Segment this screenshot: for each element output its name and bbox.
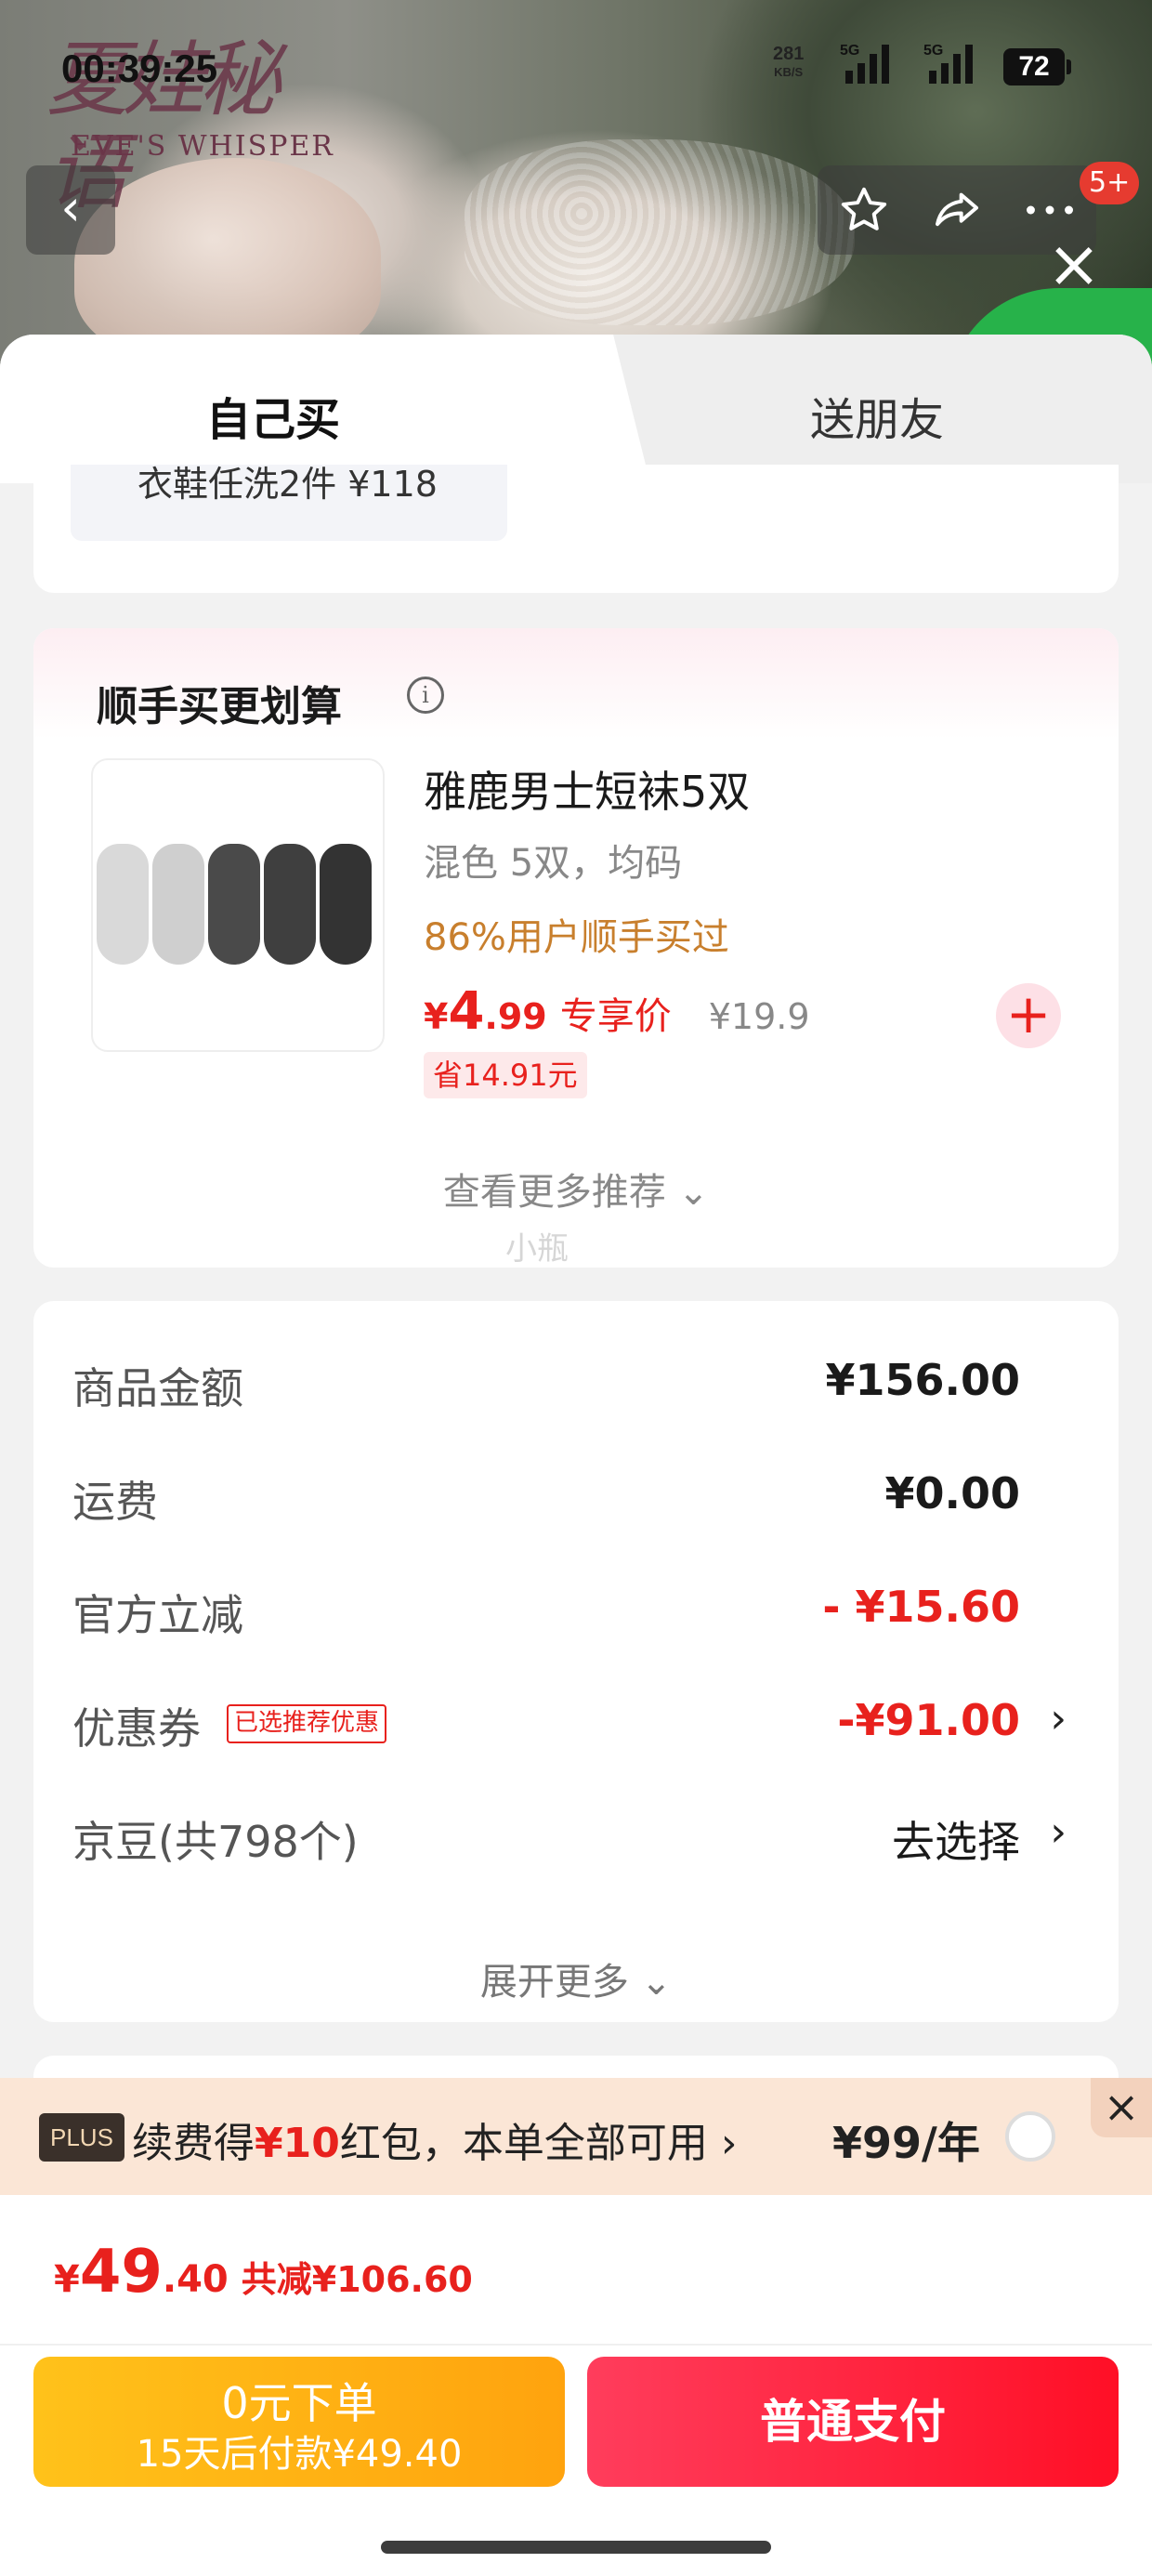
share-button[interactable] — [924, 177, 989, 243]
recommendation-card: 顺手买更划算 i 雅鹿男士短袜5双 混色 5双，均码 86%用户顺手买过 ¥4.… — [33, 628, 1119, 1268]
divider — [0, 2344, 1152, 2346]
price-currency: ¥ — [424, 996, 449, 1037]
product-bought-stat: 86%用户顺手买过 — [424, 916, 729, 959]
more-dots-icon — [1026, 205, 1074, 215]
pay-button[interactable]: 普通支付 — [587, 2357, 1119, 2487]
close-banner-button[interactable]: × — [1091, 2078, 1152, 2137]
home-indicator[interactable] — [381, 2541, 771, 2554]
shipping-row: 运费 ¥0.00 — [72, 1459, 1067, 1527]
total-decimal: .40 — [162, 2258, 229, 2301]
shipping-value: ¥0.00 — [884, 1468, 1020, 1518]
info-icon[interactable]: i — [407, 677, 444, 714]
sock-light — [152, 844, 204, 965]
jd-beans-label: 京豆(共798个) — [72, 1817, 359, 1867]
lace-photo — [465, 139, 855, 325]
chevron-right-icon: › — [1050, 1695, 1067, 1742]
coupon-recommended-tag: 已选推荐优惠 — [227, 1704, 387, 1743]
product-spec: 混色 5双，均码 — [424, 842, 683, 885]
goods-amount-value: ¥156.00 — [825, 1355, 1020, 1405]
pay-later-title: 0元下单 — [221, 2378, 377, 2428]
product-image[interactable] — [91, 758, 385, 1052]
original-price: ¥19.9 — [708, 996, 810, 1037]
coupon-label: 优惠券 — [72, 1703, 201, 1754]
pay-later-subtitle: 15天后付款¥49.40 — [136, 2433, 463, 2476]
save-amount-badge: 省14.91元 — [424, 1052, 587, 1098]
view-more-recommendations[interactable]: 查看更多推荐 ⌄ — [33, 1162, 1119, 1216]
plus-text-amount: ¥10 — [255, 2120, 340, 2167]
price-integer: 4 — [448, 981, 485, 1042]
plus-icon: + — [1005, 982, 1052, 1045]
sock-dark — [264, 844, 316, 965]
product-price: ¥4.99 专享价 ¥19.9 — [424, 981, 810, 1042]
checkout-footer: ¥49.40 共减¥106.60 0元下单 15天后付款¥49.40 普通支付 — [0, 2195, 1152, 2576]
plus-promo-text: 续费得¥10红包，本单全部可用 › — [132, 2109, 737, 2169]
plus-text-pre: 续费得 — [132, 2120, 255, 2167]
sim1-label: 5G — [840, 43, 860, 59]
plus-membership-banner[interactable]: PLUS 续费得¥10红包，本单全部可用 › ¥99/年 × — [0, 2078, 1152, 2195]
brand-logo-en: EVE'S WHISPER — [71, 130, 334, 163]
signal-icon-sim2: 5G — [923, 43, 973, 84]
coupon-row[interactable]: 优惠券 已选推荐优惠 -¥91.00 › — [72, 1686, 1067, 1754]
service-chip[interactable]: 衣鞋任洗2件 ¥118 — [71, 465, 507, 541]
notification-badge: 5+ — [1080, 162, 1140, 204]
plus-logo: PLUS — [39, 2113, 124, 2162]
star-icon — [841, 187, 887, 230]
jd-beans-row[interactable]: 京豆(共798个) 去选择 › — [72, 1799, 1067, 1867]
favorite-button[interactable] — [831, 177, 897, 243]
total-integer: 49 — [79, 2238, 163, 2307]
close-icon[interactable]: × — [1046, 231, 1102, 296]
signal-icon-sim1: 5G — [840, 43, 889, 84]
close-icon: × — [1103, 2082, 1140, 2132]
official-discount-value: - ¥15.60 — [822, 1582, 1020, 1632]
network-speed: 281 KB/S — [773, 45, 804, 82]
official-discount-label: 官方立减 — [72, 1590, 243, 1640]
sim2-label: 5G — [923, 43, 944, 59]
order-total: ¥49.40 共减¥106.60 — [54, 2238, 473, 2307]
price-summary-card: 商品金额 ¥156.00 运费 ¥0.00 官方立减 - ¥15.60 优惠券 … — [33, 1301, 1119, 2022]
status-time: 00:39:25 — [61, 46, 218, 90]
sock-light — [97, 844, 149, 965]
product-name[interactable]: 雅鹿男士短袜5双 — [424, 758, 750, 820]
previous-card: 衣鞋任洗2件 ¥118 — [33, 465, 1119, 593]
goods-amount-label: 商品金额 — [72, 1363, 243, 1413]
jd-beans-select: 去选择 — [892, 1817, 1020, 1867]
sock-dark — [320, 844, 372, 965]
price-tag: 专享价 — [559, 995, 672, 1038]
plus-price: ¥99/年 — [832, 2118, 980, 2168]
share-icon — [936, 192, 978, 227]
expand-more-button[interactable]: 展开更多 ⌄ — [33, 1952, 1119, 2005]
recommendation-title: 顺手买更划算 — [97, 683, 342, 730]
status-bar: 00:39:25 281 KB/S 5G 5G 72 — [0, 0, 1152, 102]
tab-gift-friend-label: 送朋友 — [810, 394, 945, 446]
battery-icon: 72 — [1003, 48, 1071, 85]
total-currency: ¥ — [54, 2258, 80, 2301]
back-button[interactable]: ‹ — [26, 165, 115, 255]
plus-text-post: 红包，本单全部可用 › — [339, 2120, 738, 2167]
network-speed-unit: KB/S — [774, 65, 804, 79]
sock-dark — [208, 844, 260, 965]
plus-select-radio[interactable] — [1005, 2111, 1055, 2162]
add-to-order-button[interactable]: + — [996, 983, 1061, 1048]
service-chip-text: 衣鞋任洗2件 ¥118 — [137, 465, 438, 505]
pay-later-button[interactable]: 0元下单 15天后付款¥49.40 — [33, 2357, 565, 2487]
chevron-left-icon: ‹ — [60, 178, 81, 237]
network-speed-value: 281 — [773, 44, 805, 64]
chevron-right-icon: › — [1050, 1808, 1067, 1856]
shipping-label: 运费 — [72, 1477, 158, 1527]
watermark: 小瓶 — [505, 1230, 569, 1268]
price-decimal: .99 — [484, 996, 547, 1037]
total-savings: 共减¥106.60 — [241, 2259, 473, 2300]
coupon-value: -¥91.00 — [837, 1695, 1020, 1745]
official-discount-row: 官方立减 - ¥15.60 — [72, 1572, 1067, 1640]
purchase-tabs: 送朋友 自己买 — [0, 335, 1152, 483]
goods-amount-row: 商品金额 ¥156.00 — [72, 1346, 1067, 1413]
tab-buy-self-label: 自己买 — [206, 394, 341, 446]
tab-buy-self[interactable]: 自己买 — [0, 335, 595, 483]
